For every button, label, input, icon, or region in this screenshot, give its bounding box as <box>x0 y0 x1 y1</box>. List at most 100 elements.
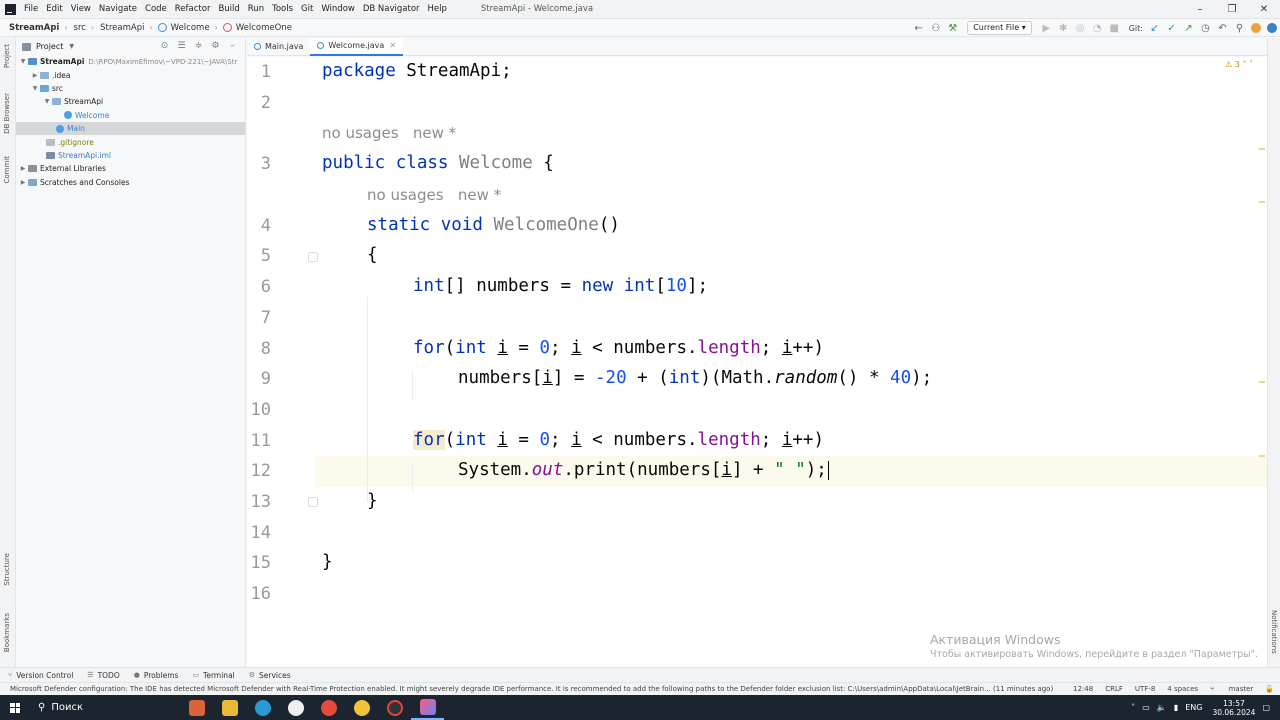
breadcrumb-package[interactable]: StreamApi <box>100 23 144 33</box>
tool-commit[interactable]: Commit <box>3 156 11 184</box>
git-branch[interactable]: ⑂ master <box>1210 685 1253 693</box>
file-encoding[interactable]: UTF-8 <box>1135 685 1155 693</box>
scroll-marker[interactable] <box>1259 381 1265 383</box>
hide-icon[interactable]: – <box>224 41 241 51</box>
breadcrumb-project[interactable]: StreamApi <box>9 23 59 33</box>
tree-node-scratches[interactable]: ▶ Scratches and Consoles <box>16 176 245 189</box>
gear-icon[interactable]: ⚙ <box>207 41 224 51</box>
minimize-icon[interactable]: – <box>1184 0 1216 19</box>
notification-icon[interactable]: ▢ <box>1262 703 1270 712</box>
tree-node-external-libraries[interactable]: ▶ External Libraries <box>16 162 245 175</box>
chevron-down-icon[interactable]: ▼ <box>42 98 52 105</box>
history-icon[interactable]: ◷ <box>1197 23 1214 34</box>
caret-position[interactable]: 12:48 <box>1073 685 1093 693</box>
taskbar-app-yandex[interactable] <box>312 695 345 720</box>
menu-tools[interactable]: Tools <box>272 4 293 14</box>
indent-setting[interactable]: 4 spaces <box>1167 685 1198 693</box>
chevron-down-icon[interactable]: ▼ <box>30 85 40 92</box>
intellij-logo-icon[interactable] <box>5 3 16 15</box>
language-indicator[interactable]: ENG <box>1185 703 1202 712</box>
class-usage-hint[interactable]: no usages new * <box>322 124 456 142</box>
tree-node-gitignore[interactable]: .gitignore <box>16 135 245 148</box>
new-hint[interactable]: new * <box>458 186 501 204</box>
scroll-marker[interactable] <box>1259 455 1265 457</box>
tree-node-streamapi[interactable]: ▼ StreamApi D:\RPO\MaximEfimov\~VPD-221\… <box>16 55 245 68</box>
tool-terminal[interactable]: ▭ Terminal <box>192 671 234 680</box>
code-editor[interactable]: ⚠ 3 ˄ ˅ 1 2 3 4 5 6 7 8 9 10 11 12 13 14… <box>247 57 1267 667</box>
scroll-marker[interactable] <box>1259 201 1265 203</box>
chevron-down-icon[interactable]: ▼ <box>69 43 74 50</box>
clock[interactable]: 13:57 30.06.2024 <box>1212 699 1255 717</box>
method-usage-hint[interactable]: no usages new * <box>367 186 501 204</box>
menu-window[interactable]: Window <box>321 4 355 14</box>
taskbar-app-yandex-2[interactable] <box>345 695 378 720</box>
volume-icon[interactable]: 🔈 <box>1157 703 1167 712</box>
tool-structure[interactable]: Structure <box>3 553 11 586</box>
tool-notifications[interactable]: Notifications <box>1270 610 1278 654</box>
locate-icon[interactable]: ⊙ <box>156 41 173 51</box>
network-icon[interactable]: ▭ <box>1142 703 1150 712</box>
git-commit-icon[interactable]: ✓ <box>1163 23 1180 34</box>
taskbar-app-explorer[interactable] <box>213 695 246 720</box>
battery-icon[interactable]: ▮ <box>1174 703 1178 712</box>
tool-services[interactable]: ⚙ Services <box>249 671 291 680</box>
start-button[interactable] <box>0 695 30 720</box>
breadcrumb-src[interactable]: src <box>74 23 86 33</box>
search-icon[interactable]: ⚲ <box>1231 23 1248 34</box>
tree-node-main[interactable]: Main <box>16 121 245 136</box>
new-hint[interactable]: new * <box>413 124 456 142</box>
expand-all-icon[interactable]: ☰ <box>173 41 190 51</box>
chevron-down-icon[interactable]: ▼ <box>18 58 28 65</box>
close-icon[interactable]: ✕ <box>1248 0 1280 19</box>
close-tab-icon[interactable]: ✕ <box>389 41 396 50</box>
tool-problems[interactable]: ● Problems <box>134 671 179 680</box>
warnings-indicator[interactable]: ⚠ 3 ˄ ˅ <box>1225 60 1253 69</box>
fold-marker-icon[interactable] <box>308 497 318 507</box>
breadcrumb-class[interactable]: Welcome <box>171 23 210 33</box>
back-icon[interactable]: ← <box>910 23 927 34</box>
tab-welcome-java[interactable]: Welcome.java ✕ <box>310 37 404 56</box>
fold-marker-icon[interactable] <box>308 252 318 262</box>
scroll-marker[interactable] <box>1259 148 1265 150</box>
taskbar-app-edge[interactable] <box>246 695 279 720</box>
tree-node-welcome[interactable]: Welcome <box>16 109 245 122</box>
usages-hint[interactable]: no usages <box>322 124 399 142</box>
run-config-select[interactable]: Current File ▾ <box>967 21 1032 35</box>
tree-node-src[interactable]: ▼ src <box>16 82 245 95</box>
taskbar-app-media[interactable] <box>279 695 312 720</box>
update-icon[interactable] <box>1251 23 1261 33</box>
debug-icon[interactable]: ✱ <box>1055 23 1072 34</box>
menu-navigate[interactable]: Navigate <box>99 4 137 14</box>
tool-bookmarks[interactable]: Bookmarks <box>3 613 11 652</box>
menu-db-navigator[interactable]: DB Navigator <box>363 4 420 14</box>
chevron-right-icon[interactable]: ▶ <box>18 179 28 186</box>
usages-hint[interactable]: no usages <box>367 186 444 204</box>
menu-refactor[interactable]: Refactor <box>175 4 211 14</box>
tree-node-package[interactable]: ▼ StreamApi <box>16 95 245 108</box>
coverage-icon[interactable]: ◎ <box>1072 23 1089 34</box>
project-panel-title[interactable]: Project <box>36 42 63 51</box>
tool-db-browser[interactable]: DB Browser <box>3 93 11 134</box>
menu-run[interactable]: Run <box>248 4 264 14</box>
menu-git[interactable]: Git <box>301 4 313 14</box>
status-message[interactable]: Microsoft Defender configuration: The ID… <box>10 685 1053 693</box>
menu-view[interactable]: View <box>71 4 91 14</box>
build-hammer-icon[interactable]: ⚒ <box>944 23 961 34</box>
menu-code[interactable]: Code <box>145 4 167 14</box>
tree-node-iml[interactable]: StreamApi.iml <box>16 149 245 162</box>
tool-todo[interactable]: ☰ TODO <box>87 671 119 680</box>
menu-build[interactable]: Build <box>218 4 239 14</box>
stop-icon[interactable]: ■ <box>1106 23 1123 34</box>
taskbar-app-game[interactable] <box>180 695 213 720</box>
tool-version-control[interactable]: ⑂ Version Control <box>8 671 73 680</box>
run-icon[interactable]: ▶ <box>1038 23 1055 34</box>
menu-edit[interactable]: Edit <box>46 4 62 14</box>
taskbar-search[interactable]: ⚲ Поиск <box>30 695 180 720</box>
chevron-right-icon[interactable]: ▶ <box>18 165 28 172</box>
maximize-icon[interactable]: ❐ <box>1216 0 1248 19</box>
tool-project[interactable]: Project <box>3 44 11 68</box>
breadcrumb-method[interactable]: WelcomeOne <box>236 23 292 33</box>
chevron-up-icon[interactable]: ˄ <box>1131 703 1135 712</box>
tree-node-idea[interactable]: ▶ .idea <box>16 68 245 81</box>
collapse-all-icon[interactable]: ≑ <box>190 41 207 51</box>
